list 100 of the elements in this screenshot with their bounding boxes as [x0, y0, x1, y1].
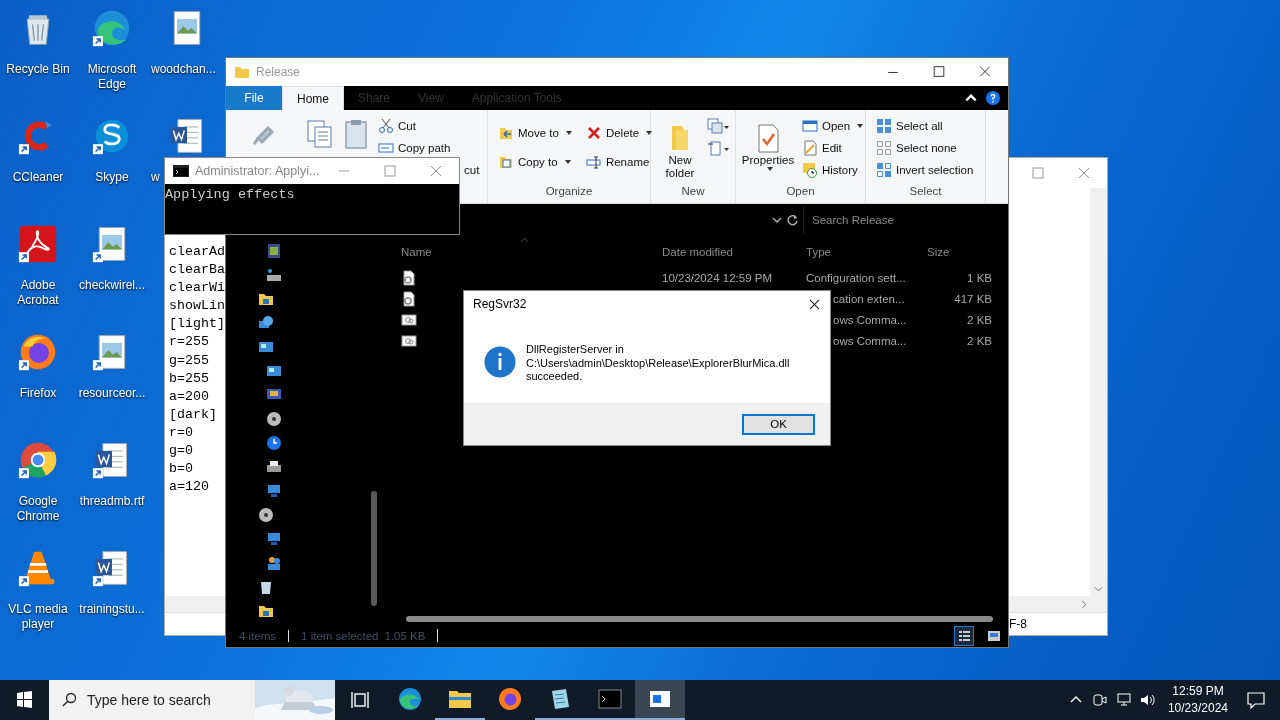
scrollbar-thumb[interactable]	[371, 491, 377, 606]
text-line: clearAd	[169, 243, 225, 261]
selection-info: 1 item selected	[288, 629, 379, 642]
ok-button[interactable]: OK	[742, 413, 815, 435]
console-output: Applying effects	[165, 187, 295, 202]
size-cell-text: 2 KB	[966, 313, 992, 326]
copy-path-button[interactable]: Copy path	[376, 138, 482, 158]
column-header[interactable]: Date modified	[662, 246, 806, 258]
delete-icon	[585, 125, 602, 141]
invert-selection-button[interactable]: Invert selection	[874, 160, 976, 180]
new-item-icon[interactable]	[707, 118, 729, 134]
notification-icon[interactable]	[1246, 690, 1266, 710]
sort-icon	[520, 237, 529, 243]
settings-file-icon[interactable]	[401, 269, 417, 286]
disc-icon[interactable]	[266, 411, 282, 427]
drive-icon[interactable]	[266, 267, 282, 283]
icon-label: woodchan...	[151, 62, 216, 77]
select-all-button[interactable]: Select all	[874, 116, 976, 136]
type-cell-text: cation exten...	[833, 292, 906, 305]
search-field[interactable]: Type here to search	[49, 680, 335, 720]
type-cell-text: Configuration sett...	[806, 271, 907, 284]
close-icon[interactable]	[809, 298, 820, 310]
icon-label: threadmb.rtf	[79, 494, 145, 509]
history-icon	[802, 162, 818, 178]
search-icon	[61, 692, 77, 708]
encoding-label: F-8	[1009, 617, 1027, 631]
icon-label: trainingstu...	[79, 602, 145, 617]
details-view-icon[interactable]	[954, 625, 974, 646]
open-button[interactable]: Open	[800, 116, 866, 136]
edit-button[interactable]: Edit	[800, 138, 866, 158]
folder-icon[interactable]	[258, 603, 274, 619]
file-tab[interactable]: File	[226, 86, 282, 110]
delete-button[interactable]: Delete	[583, 123, 655, 143]
new-folder-button[interactable]: New folder	[657, 116, 703, 184]
select-all-icon	[876, 118, 892, 134]
icon-label: w	[151, 170, 160, 185]
history-button[interactable]: History	[800, 160, 866, 180]
refresh-icon[interactable]	[787, 214, 799, 226]
rename-button[interactable]: Rename	[583, 152, 655, 172]
select-none-icon	[876, 140, 892, 156]
text-line: clearBa	[169, 261, 225, 280]
text-line: [light]	[169, 315, 225, 334]
acrobat-icon[interactable]	[18, 224, 58, 264]
easy-access-icon[interactable]	[707, 140, 729, 156]
settings-file-icon[interactable]	[401, 290, 417, 307]
edit-icon	[802, 140, 818, 156]
disc-icon[interactable]	[258, 507, 274, 523]
type-cell-text: ows Comma...	[833, 313, 908, 326]
script-file-icon[interactable]	[401, 332, 417, 349]
properties-button[interactable]: Properties	[740, 116, 796, 175]
scrollbar-thumb[interactable]	[406, 616, 993, 622]
script-file-icon[interactable]	[401, 311, 417, 328]
group-label: Open	[785, 185, 816, 199]
clock-time: 12:59 PM	[1172, 683, 1224, 700]
help-icon[interactable]	[986, 91, 1000, 105]
clock[interactable]: 12:59 PM 10/23/2024	[1159, 680, 1236, 720]
printer-icon[interactable]	[266, 459, 282, 475]
cmd-icon	[598, 687, 622, 711]
card-icon[interactable]	[258, 339, 274, 355]
folder-icon[interactable]	[258, 291, 274, 307]
column-header[interactable]: Size	[927, 246, 992, 258]
text-line: [dark]	[169, 405, 217, 424]
meet-icon[interactable]	[1091, 692, 1108, 708]
move-icon	[498, 125, 514, 141]
volume-icon[interactable]	[1139, 692, 1156, 708]
clock-icon[interactable]	[266, 435, 282, 451]
firefox-icon[interactable]	[18, 332, 58, 372]
select-none-button[interactable]: Select none	[874, 138, 976, 158]
dialog-message: DllRegisterServer in C:\Users\admin\Desktop\Release\ExplorerBlurMica.dll succeeded.	[526, 343, 790, 384]
edge-icon[interactable]	[92, 8, 132, 48]
caret-icon	[565, 131, 572, 135]
copy-to-button[interactable]: Copy to	[496, 152, 574, 172]
dropdown-icon[interactable]	[771, 214, 783, 226]
column-header[interactable]: Type	[806, 246, 927, 258]
group-label: Organize	[544, 185, 594, 199]
size-cell-text: 417 KB	[953, 292, 992, 305]
copy-icon	[498, 154, 514, 170]
window-title: Administrator: Applyi...	[195, 164, 320, 178]
people-icon[interactable]	[266, 555, 282, 571]
scissors-icon	[378, 118, 394, 134]
network-icon[interactable]	[1115, 692, 1132, 708]
caret-icon	[646, 131, 653, 135]
move-to-button[interactable]: Move to	[496, 123, 574, 143]
film-icon[interactable]	[266, 243, 282, 259]
network-icon[interactable]	[266, 483, 282, 499]
text-line: b=255	[169, 369, 209, 388]
ribbon-tab[interactable]: Home	[282, 86, 344, 110]
card-icon[interactable]	[266, 363, 282, 379]
cut-button[interactable]: Cut	[376, 116, 482, 136]
window-taskbar-button[interactable]	[635, 680, 685, 720]
network-icon[interactable]	[266, 531, 282, 547]
icon-label: Adobe Acrobat	[16, 278, 60, 308]
terminal-icon	[173, 165, 189, 177]
text-line: b=0	[169, 460, 193, 479]
folder-icon	[234, 64, 250, 80]
text-line: r=0	[169, 423, 193, 442]
chrome-icon[interactable]	[18, 440, 58, 480]
paste-shortcut-button[interactable]: cut	[462, 160, 482, 180]
globe-icon[interactable]	[258, 315, 274, 331]
column-header[interactable]: Name	[401, 246, 662, 258]
